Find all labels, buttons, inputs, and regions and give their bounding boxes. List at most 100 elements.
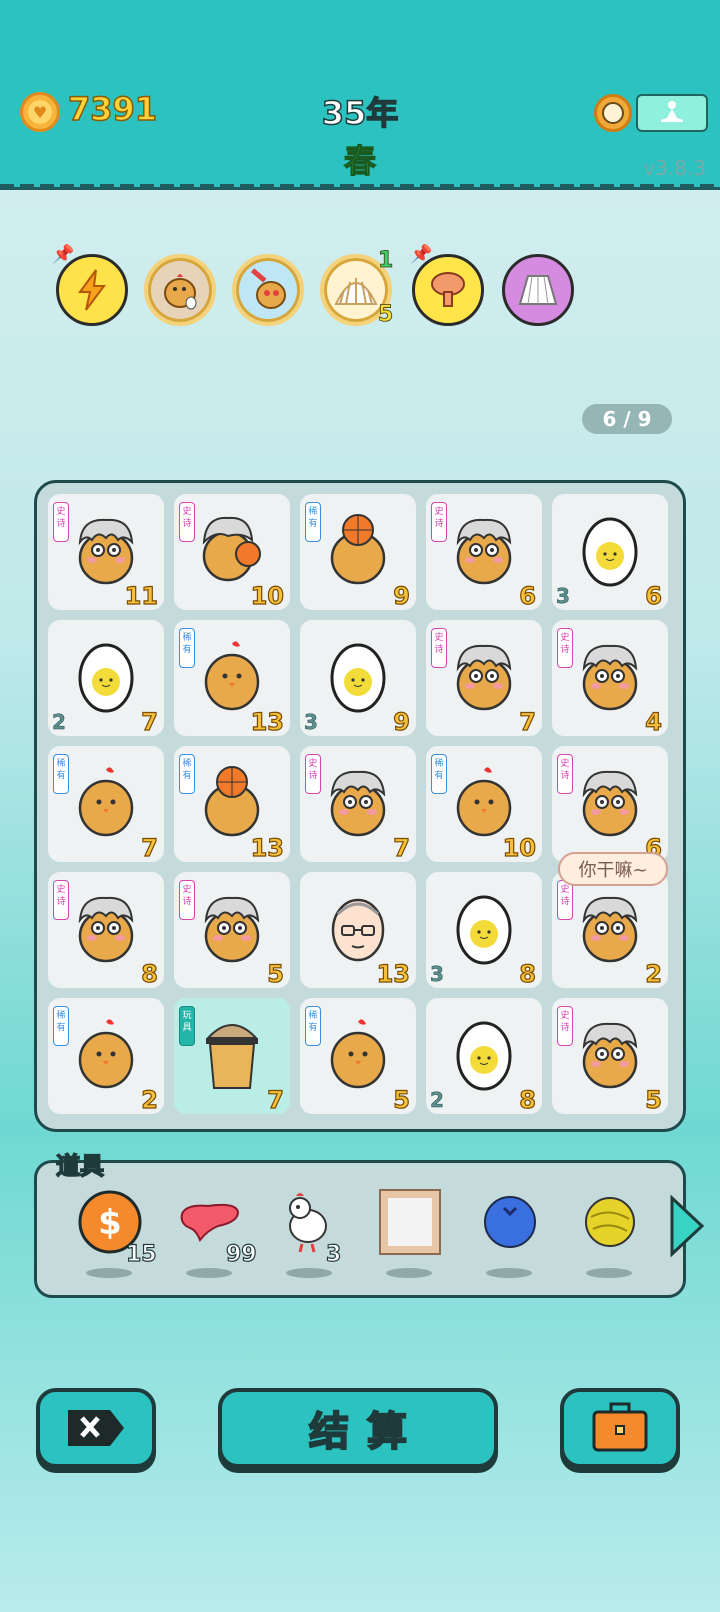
rarity-tag: 史诗 [431, 628, 447, 668]
board-cell-chick-ball[interactable]: 稀有 9 [300, 494, 416, 611]
rarity-tag: 史诗 [557, 628, 573, 668]
chick-grandpa-icon [572, 764, 648, 840]
item-count: 15 [125, 1241, 157, 1267]
board-cell-chick-grandpa[interactable]: 史诗 8 [48, 872, 164, 989]
chick-ball-icon [194, 764, 270, 840]
chick-ball-icon [320, 512, 396, 588]
board-cell-chick[interactable]: 稀有 10 [426, 746, 542, 863]
cell-count: 6 [519, 581, 537, 610]
cell-count: 2 [141, 1085, 159, 1114]
board-cell-chick-grandpa[interactable]: 史诗 7 [426, 620, 542, 737]
rarity-tag: 稀有 [53, 1006, 69, 1046]
rarity-tag: 稀有 [431, 754, 447, 794]
cell-count: 11 [124, 581, 159, 610]
board-cell-chick[interactable]: 稀有 13 [174, 620, 290, 737]
rarity-tag: 史诗 [305, 754, 321, 794]
item-dollar-coin[interactable]: $ 15 [70, 1186, 157, 1278]
egg-icon [68, 638, 144, 714]
item-picture-frame[interactable] [370, 1186, 450, 1278]
board-cell-chick-grandpa[interactable]: 史诗 11 [48, 494, 164, 611]
rarity-tag: 史诗 [53, 502, 69, 542]
chick-grandpa-icon [68, 512, 144, 588]
header-divider [0, 184, 720, 188]
item-yellow-ball[interactable] [570, 1186, 650, 1278]
items-title: 道具 [55, 1151, 105, 1181]
blueberry-icon [484, 1196, 536, 1248]
cell-count: 2 [645, 959, 663, 988]
board-cell-chick-grandpa[interactable]: 史诗 7 [300, 746, 416, 863]
rarity-tag: 史诗 [557, 1006, 573, 1046]
liver-icon [180, 1203, 240, 1242]
item-liver[interactable]: 99 [170, 1186, 257, 1278]
cell-count: 5 [645, 1085, 663, 1114]
cell-count: 7 [141, 833, 159, 862]
settle-button[interactable]: 结算 [218, 1388, 498, 1468]
skirt-status-icon[interactable] [502, 254, 574, 326]
board-cell-chick-grandpa[interactable]: 史诗 5 [552, 998, 668, 1115]
egg-icon [320, 638, 396, 714]
item-count: 99 [225, 1241, 257, 1267]
board-cell-chick-grandpa[interactable]: 史诗 4 [552, 620, 668, 737]
board-cell-egg[interactable]: 28 [426, 998, 542, 1115]
board-cell-egg[interactable]: 27 [48, 620, 164, 737]
chick-icon [68, 764, 144, 840]
rarity-tag: 史诗 [557, 880, 573, 920]
board-cell-chick-grandpa[interactable]: 史诗 2 [552, 872, 668, 989]
shell-bottom-count: 5 [378, 302, 394, 328]
briefcase-button[interactable] [560, 1388, 680, 1468]
next-arrow-icon[interactable] [666, 1194, 706, 1258]
board-cell-chick-grandpa-ball[interactable]: 史诗 10 [174, 494, 290, 611]
medal-icon[interactable] [594, 94, 632, 132]
rarity-tag: 玩具 [179, 1006, 195, 1046]
board-cell-egg[interactable]: 38 [426, 872, 542, 989]
cell-count: 10 [250, 581, 285, 610]
rarity-tag: 史诗 [179, 502, 195, 542]
speech-bubble: 你干嘛~ [558, 852, 668, 886]
shell-top-count: 1 [378, 248, 394, 274]
delete-tag-icon [68, 1410, 124, 1446]
chick-syringe-status-icon[interactable] [232, 254, 304, 326]
season-label: 春 [343, 141, 376, 180]
briefcase-icon [592, 1402, 648, 1452]
board-cell-old-man[interactable]: 13 [300, 872, 416, 989]
item-white-bird[interactable]: 3 [270, 1186, 350, 1278]
cell-count: 7 [393, 833, 411, 862]
discard-button[interactable] [36, 1388, 156, 1468]
meditate-button[interactable] [636, 94, 708, 132]
rarity-tag: 稀有 [179, 628, 195, 668]
board-cell-egg[interactable]: 36 [552, 494, 668, 611]
chick-grandpa-icon [446, 638, 522, 714]
chick-grandpa-icon [572, 890, 648, 966]
pin-icon: 📌 [410, 244, 433, 265]
cell-sub-count: 2 [52, 710, 66, 735]
egg-icon [572, 512, 648, 588]
board-cell-chick-grandpa[interactable]: 史诗 5 [174, 872, 290, 989]
svg-text:$: $ [98, 1203, 122, 1243]
cell-count: 10 [502, 833, 537, 862]
rarity-tag: 史诗 [557, 754, 573, 794]
chick-icon [68, 1016, 144, 1092]
board-cell-chick-grandpa[interactable]: 史诗 6 [426, 494, 542, 611]
board-cell-egg[interactable]: 39 [300, 620, 416, 737]
item-blueberry[interactable] [470, 1186, 550, 1278]
chick-grandpa-icon [68, 890, 144, 966]
board-cell-bubble-tea[interactable]: 玩具 7 [174, 998, 290, 1115]
item-count: 3 [325, 1241, 342, 1267]
bubble-tea-icon [194, 1016, 270, 1092]
chick-grandpa-icon [194, 890, 270, 966]
board-cell-chick-ball[interactable]: 稀有 13 [174, 746, 290, 863]
chick-icon [194, 638, 270, 714]
board-cell-chick[interactable]: 稀有 7 [48, 746, 164, 863]
cell-count: 9 [393, 707, 411, 736]
cell-count: 8 [519, 1085, 537, 1114]
cell-count: 7 [267, 1085, 285, 1114]
board-cell-chick[interactable]: 稀有 5 [300, 998, 416, 1115]
cell-count: 13 [250, 833, 285, 862]
egg-icon [446, 890, 522, 966]
cell-sub-count: 3 [430, 962, 444, 987]
board-cell-chick[interactable]: 稀有 2 [48, 998, 164, 1115]
meditation-icon [661, 101, 683, 122]
board-cell-chick-grandpa[interactable]: 史诗 6 [552, 746, 668, 863]
version-label: v3.8.3 [643, 156, 706, 180]
chick-egg-status-icon[interactable] [144, 254, 216, 326]
